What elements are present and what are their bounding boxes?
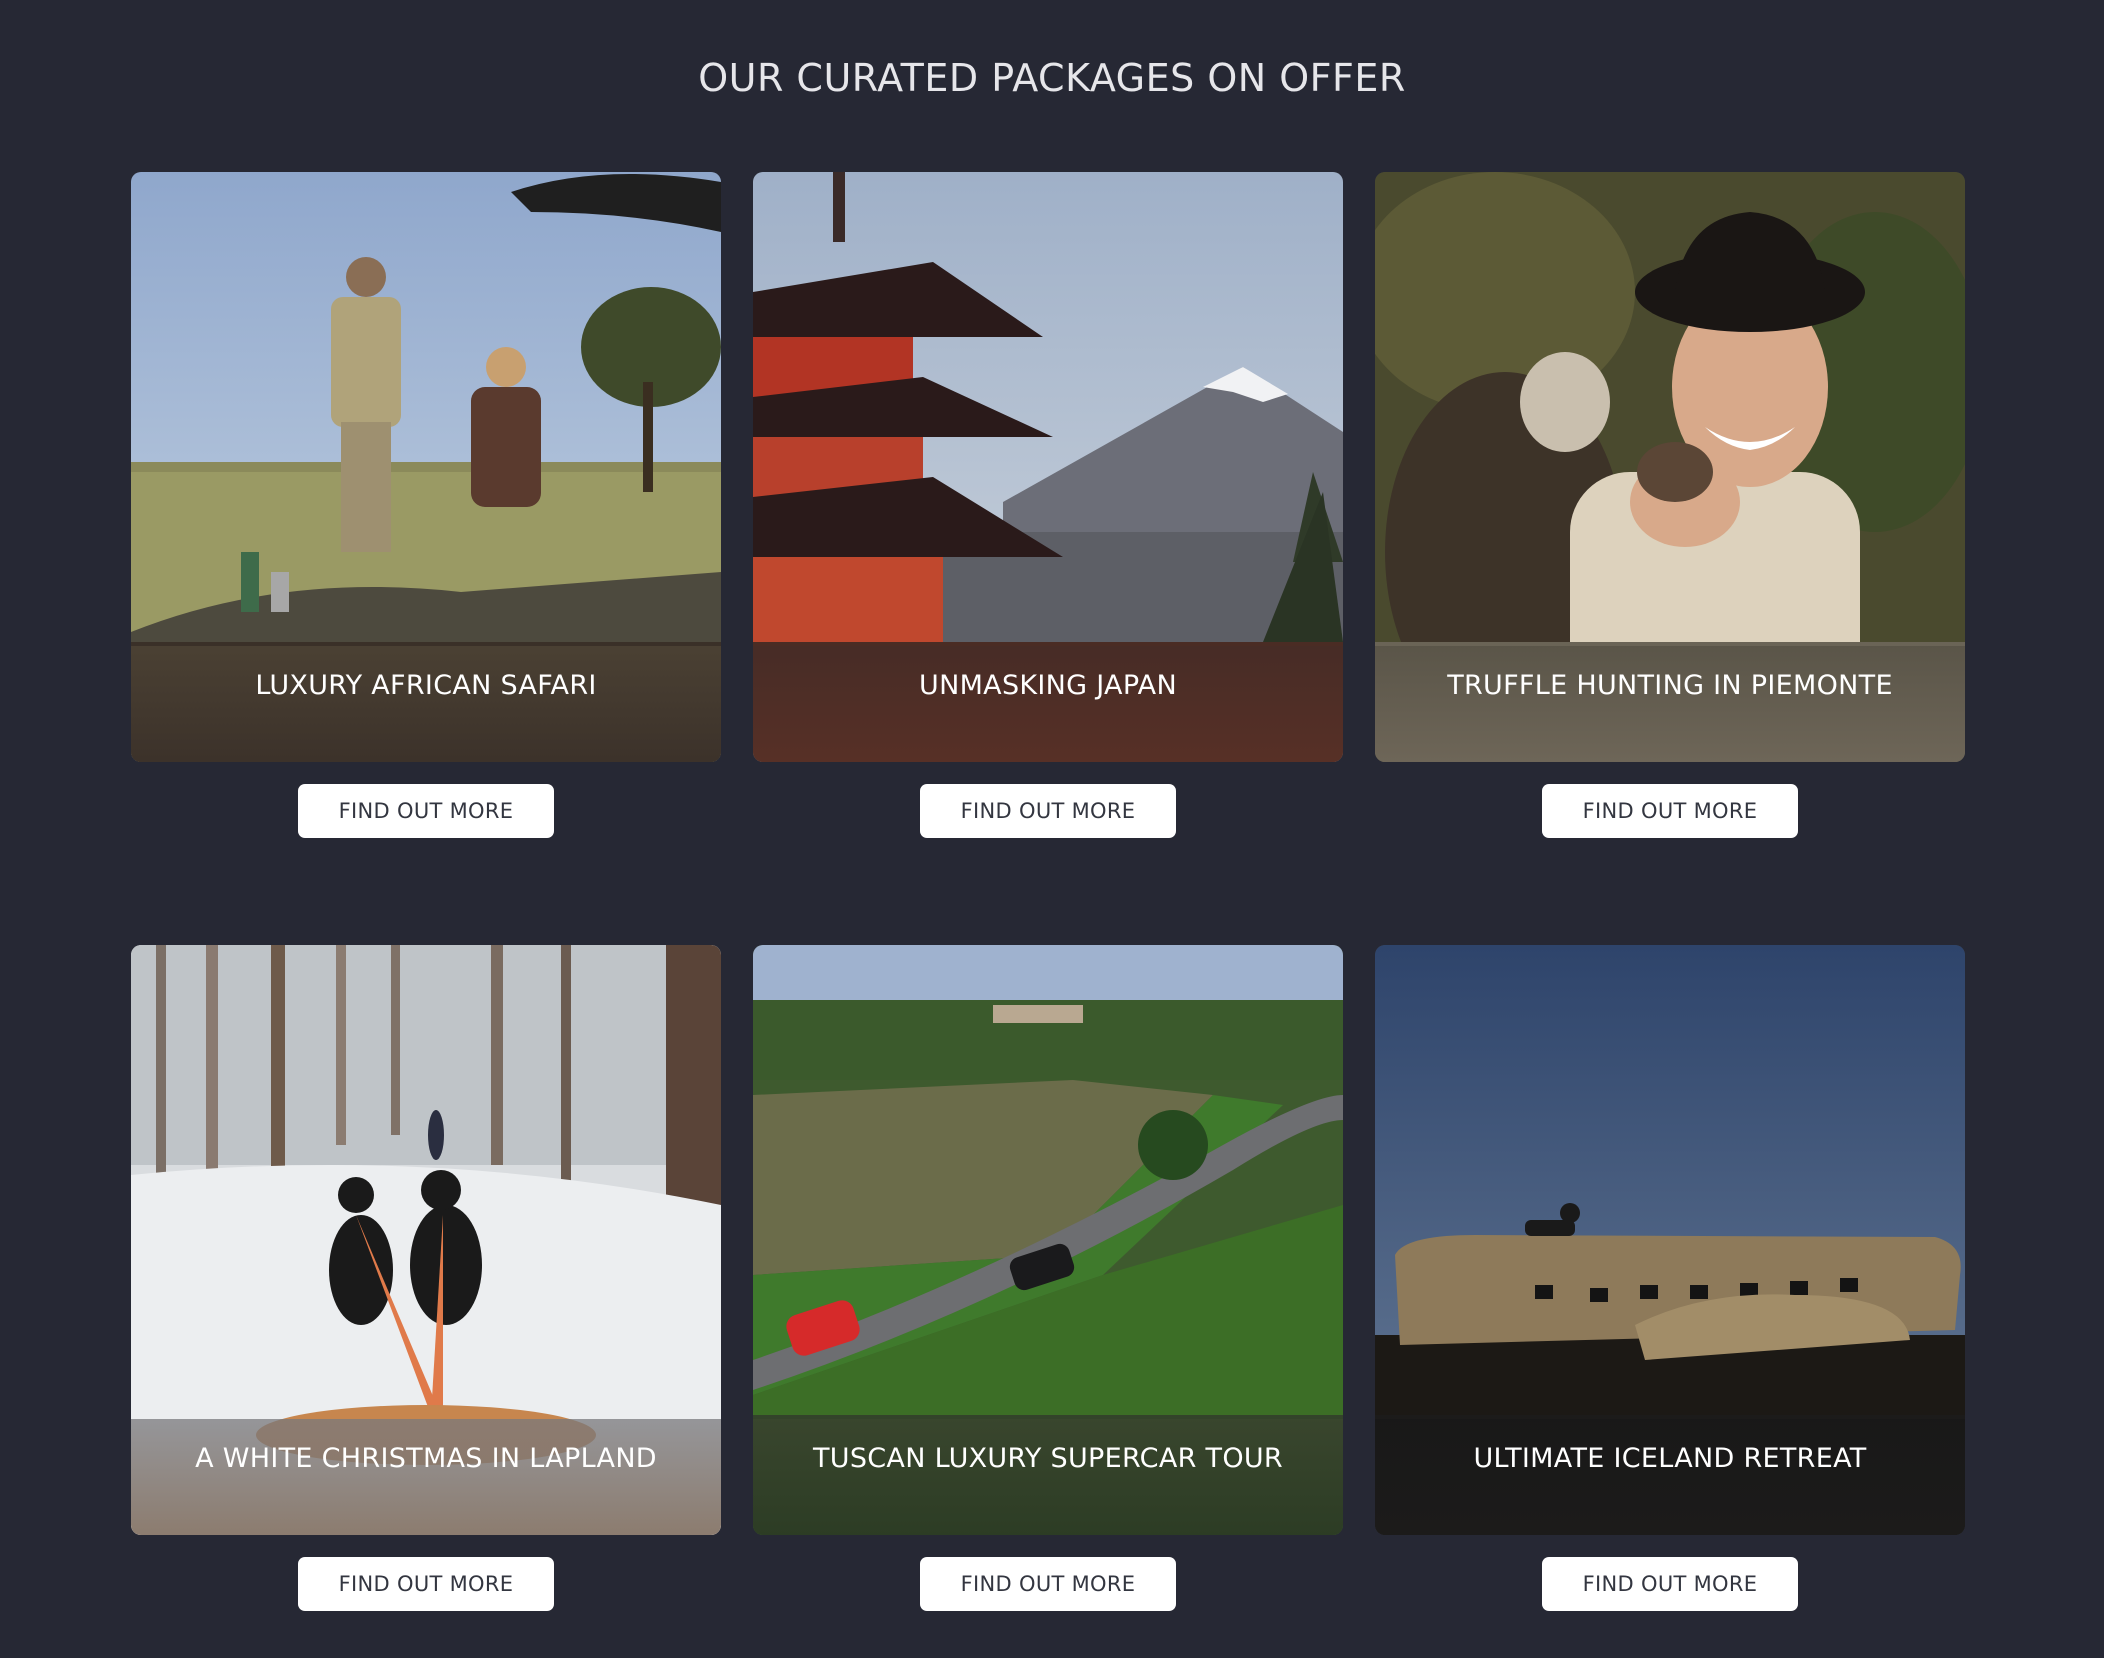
package-title: ULTIMATE ICELAND RETREAT [1473,1443,1867,1474]
find-out-more-button[interactable]: FIND OUT MORE [298,1557,554,1611]
package-card-lapland[interactable]: A WHITE CHRISTMAS IN LAPLAND FIND OUT MO… [131,945,721,1611]
package-image-japan[interactable]: UNMASKING JAPAN [753,172,1343,762]
package-caption: ULTIMATE ICELAND RETREAT [1375,1419,1965,1535]
package-image-safari[interactable]: LUXURY AFRICAN SAFARI [131,172,721,762]
package-caption: A WHITE CHRISTMAS IN LAPLAND [131,1419,721,1535]
package-title: UNMASKING JAPAN [919,670,1177,701]
package-title: A WHITE CHRISTMAS IN LAPLAND [195,1443,657,1474]
package-caption: TRUFFLE HUNTING IN PIEMONTE [1375,646,1965,762]
find-out-more-button[interactable]: FIND OUT MORE [1542,1557,1798,1611]
package-card-piemonte[interactable]: TRUFFLE HUNTING IN PIEMONTE FIND OUT MOR… [1375,172,1965,838]
package-image-tuscany[interactable]: TUSCAN LUXURY SUPERCAR TOUR [753,945,1343,1535]
find-out-more-button[interactable]: FIND OUT MORE [920,784,1176,838]
find-out-more-button[interactable]: FIND OUT MORE [1542,784,1798,838]
package-image-piemonte[interactable]: TRUFFLE HUNTING IN PIEMONTE [1375,172,1965,762]
package-title: TRUFFLE HUNTING IN PIEMONTE [1447,670,1893,701]
package-image-lapland[interactable]: A WHITE CHRISTMAS IN LAPLAND [131,945,721,1535]
package-image-iceland[interactable]: ULTIMATE ICELAND RETREAT [1375,945,1965,1535]
package-caption: LUXURY AFRICAN SAFARI [131,646,721,762]
package-card-japan[interactable]: UNMASKING JAPAN FIND OUT MORE [753,172,1343,838]
package-caption: TUSCAN LUXURY SUPERCAR TOUR [753,1419,1343,1535]
package-title: LUXURY AFRICAN SAFARI [255,670,597,701]
section-title: OUR CURATED PACKAGES ON OFFER [698,56,1406,100]
find-out-more-button[interactable]: FIND OUT MORE [920,1557,1176,1611]
package-card-safari[interactable]: LUXURY AFRICAN SAFARI FIND OUT MORE [131,172,721,838]
package-card-tuscany[interactable]: TUSCAN LUXURY SUPERCAR TOUR FIND OUT MOR… [753,945,1343,1611]
find-out-more-button[interactable]: FIND OUT MORE [298,784,554,838]
package-card-iceland[interactable]: ULTIMATE ICELAND RETREAT FIND OUT MORE [1375,945,1965,1611]
package-title: TUSCAN LUXURY SUPERCAR TOUR [812,1443,1283,1474]
package-caption: UNMASKING JAPAN [753,646,1343,762]
